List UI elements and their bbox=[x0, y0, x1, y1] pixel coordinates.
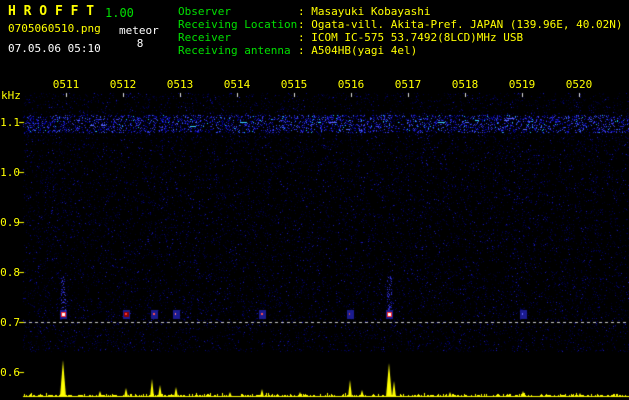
mode-label: meteor bbox=[119, 24, 159, 37]
x-tick-label: 0519 bbox=[508, 78, 536, 91]
output-filename: 0705060510.png bbox=[8, 22, 101, 35]
y-tick-label: 0.7 bbox=[0, 316, 20, 329]
y-tick-label: 0.6 bbox=[0, 366, 20, 379]
x-tick-label: 0514 bbox=[223, 78, 251, 91]
y-tick-label: 1.0 bbox=[0, 166, 20, 179]
info-label-observer: Observer bbox=[178, 5, 231, 18]
meteor-count: 8 bbox=[136, 37, 144, 50]
info-value-location: : Ogata-vill. Akita-Pref. JAPAN (139.96E… bbox=[298, 18, 623, 31]
y-tick-label: 0.8 bbox=[0, 266, 20, 279]
info-label-location: Receiving Location bbox=[178, 18, 298, 31]
info-label-receiver: Receiver bbox=[178, 31, 231, 44]
info-value-antenna: : A504HB(yagi 4el) bbox=[298, 44, 418, 57]
x-tick-label: 0512 bbox=[109, 78, 137, 91]
info-label-antenna: Receiving antenna bbox=[178, 44, 291, 57]
info-value-observer: : Masayuki Kobayashi bbox=[298, 5, 431, 18]
x-tick-label: 0511 bbox=[52, 78, 80, 91]
y-tick-label: 0.9 bbox=[0, 216, 20, 229]
app-title: H R O F F T bbox=[8, 4, 95, 19]
y-tick-label: 1.1 bbox=[0, 116, 20, 129]
x-tick-label: 0513 bbox=[166, 78, 194, 91]
spectrogram-plot: kHz 0511 0512 0513 0514 0515 0516 0517 0518 0519… bbox=[0, 70, 629, 400]
x-tick-label: 0516 bbox=[337, 78, 365, 91]
spectrogram-canvas bbox=[0, 70, 629, 400]
x-tick-label: 0520 bbox=[565, 78, 593, 91]
hrofft-screen: H R O F F T 1.00 0705060510.png meteor 8… bbox=[0, 0, 629, 400]
x-tick-label: 0515 bbox=[280, 78, 308, 91]
datetime-label: 07.05.06 05:10 bbox=[8, 42, 101, 55]
app-version: 1.00 bbox=[105, 6, 134, 20]
x-tick-label: 0518 bbox=[451, 78, 479, 91]
x-tick-label: 0517 bbox=[394, 78, 422, 91]
info-value-receiver: : ICOM IC-575 53.7492(8LCD)MHz USB bbox=[298, 31, 524, 44]
y-axis-unit: kHz bbox=[1, 89, 21, 102]
